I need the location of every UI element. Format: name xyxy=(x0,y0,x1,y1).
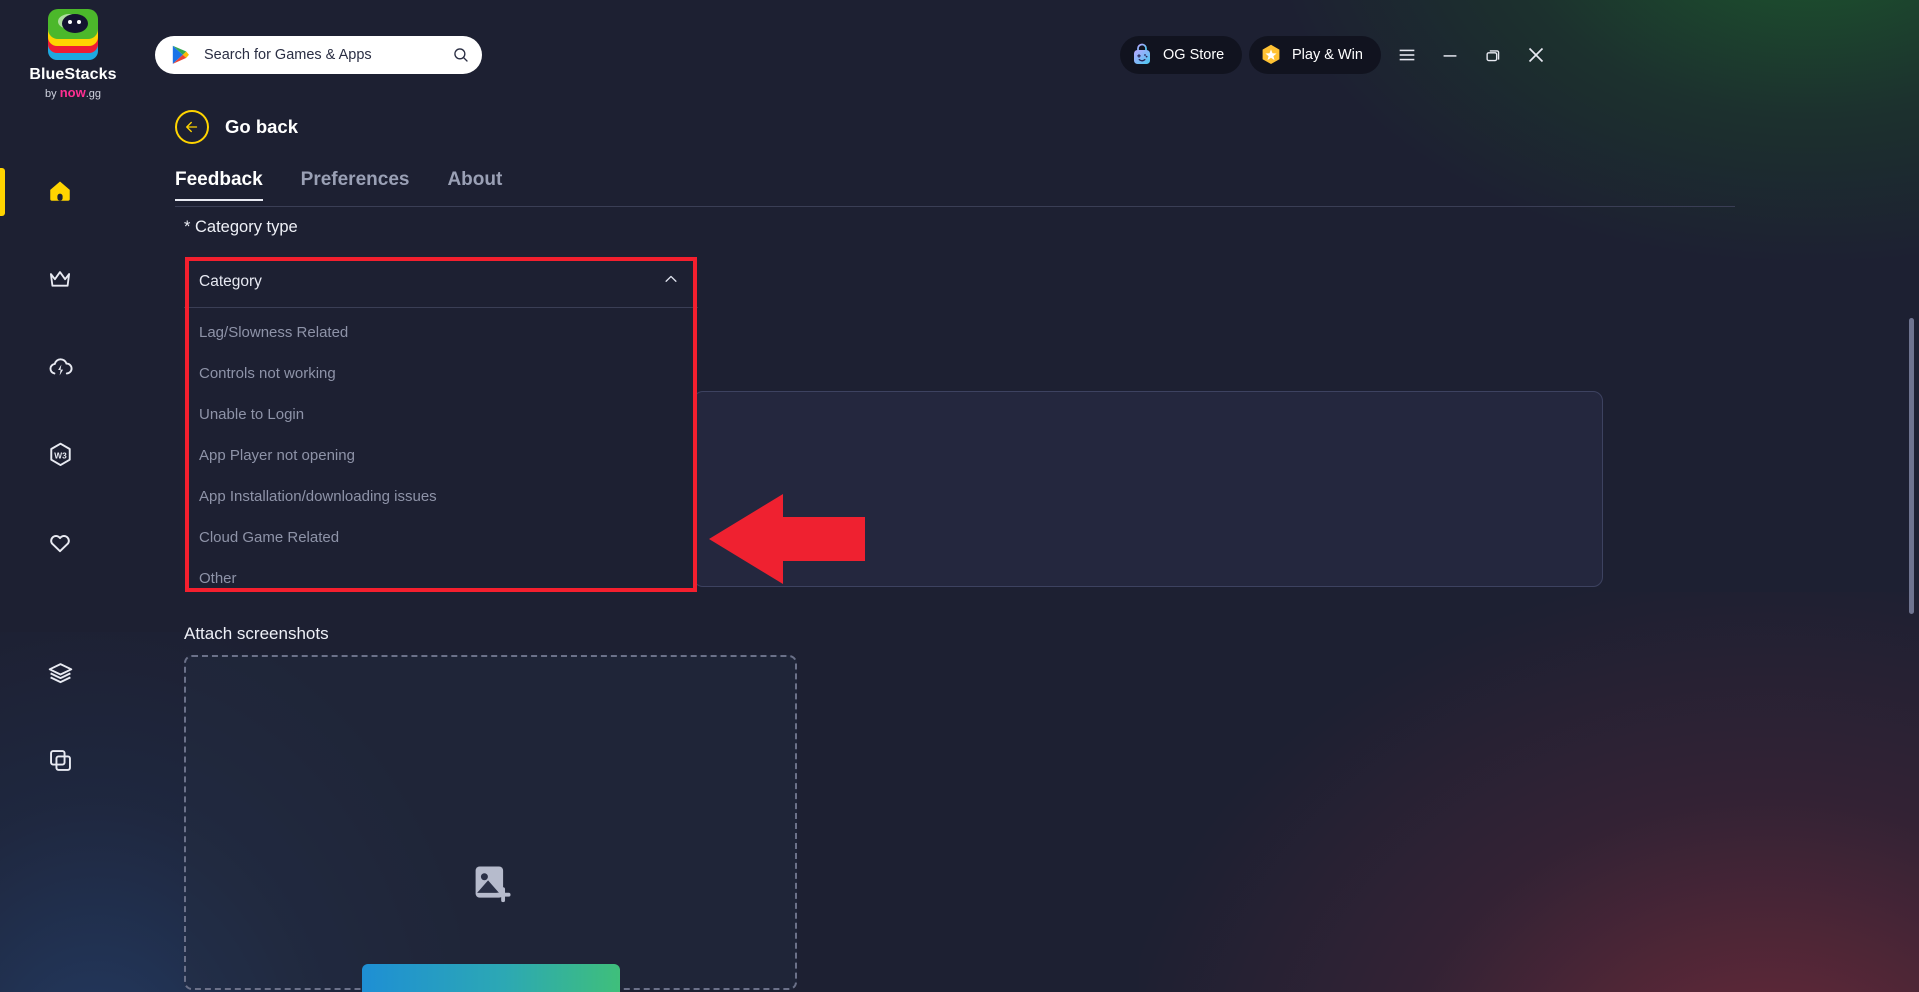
multi-instance-icon xyxy=(47,747,74,779)
dropdown-option-other[interactable]: Other xyxy=(184,558,698,599)
og-store-button[interactable]: OG Store xyxy=(1120,36,1243,74)
minimize-icon[interactable] xyxy=(1435,40,1465,70)
game-bag-icon xyxy=(1130,43,1154,67)
dropdown-option-login[interactable]: Unable to Login xyxy=(184,394,698,435)
sidebar-item-library[interactable] xyxy=(37,654,83,700)
star-hexagon-icon xyxy=(1259,43,1283,67)
sidebar-item-favorites[interactable] xyxy=(37,522,83,568)
scrollbar-thumb[interactable] xyxy=(1909,318,1914,614)
sidebar-item-premium[interactable] xyxy=(37,258,83,304)
cloud-bolt-icon xyxy=(47,353,74,385)
upload-action-button[interactable] xyxy=(361,964,620,992)
svg-text:W3: W3 xyxy=(54,450,67,460)
w3-hexagon-icon: W3 xyxy=(47,441,74,473)
logo-name: BlueStacks xyxy=(29,66,117,83)
category-selected-value: Category xyxy=(199,272,262,290)
sidebar-item-multi-instance[interactable] xyxy=(37,740,83,786)
play-win-button[interactable]: Play & Win xyxy=(1249,36,1381,74)
search-icon[interactable] xyxy=(448,42,474,68)
google-play-icon xyxy=(171,45,190,65)
dropdown-option-cloud-game[interactable]: Cloud Game Related xyxy=(184,517,698,558)
go-back-button[interactable]: Go back xyxy=(175,110,298,144)
hamburger-menu-icon[interactable] xyxy=(1392,40,1422,70)
logo-by-text: by xyxy=(45,88,57,100)
category-dropdown-list: Lag/Slowness Related Controls not workin… xyxy=(184,308,698,609)
category-type-label: * Category type xyxy=(184,218,298,236)
dropdown-option-app-player[interactable]: App Player not opening xyxy=(184,435,698,476)
sidebar-active-indicator xyxy=(0,168,5,216)
go-back-label: Go back xyxy=(225,116,298,137)
search-bar[interactable]: Search for Games & Apps xyxy=(155,36,482,74)
restore-window-icon[interactable] xyxy=(1478,40,1508,70)
left-sidebar: W3 xyxy=(0,110,119,992)
category-dropdown-header[interactable]: Category xyxy=(184,256,698,308)
screenshot-dropzone[interactable] xyxy=(184,655,797,992)
chevron-up-icon[interactable] xyxy=(662,270,680,293)
tab-feedback[interactable]: Feedback xyxy=(175,169,263,201)
home-icon xyxy=(47,178,73,209)
tab-preferences[interactable]: Preferences xyxy=(301,169,410,200)
dropdown-option-controls[interactable]: Controls not working xyxy=(184,353,698,394)
dropdown-option-lag[interactable]: Lag/Slowness Related xyxy=(184,312,698,353)
category-dropdown[interactable]: Category Lag/Slowness Related Controls n… xyxy=(184,256,698,609)
annotation-arrow xyxy=(709,494,865,584)
top-bar: BlueStacks by now.gg Search for Games & … xyxy=(0,0,1919,110)
close-icon[interactable] xyxy=(1521,40,1551,70)
settings-tabs: Feedback Preferences About xyxy=(175,169,1735,207)
dropdown-option-installation[interactable]: App Installation/downloading issues xyxy=(184,476,698,517)
sidebar-item-home[interactable] xyxy=(37,170,83,216)
tab-about[interactable]: About xyxy=(447,169,502,200)
crown-icon xyxy=(47,266,73,297)
sidebar-item-cloud-gaming[interactable] xyxy=(37,346,83,392)
heart-icon xyxy=(47,530,73,561)
logo-nowgg-text: now xyxy=(59,85,86,100)
arrow-left-circle-icon xyxy=(175,110,209,144)
logo-subtitle: by now.gg xyxy=(45,85,101,100)
bluestacks-app-window: BlueStacks by now.gg Search for Games & … xyxy=(0,0,1919,992)
play-win-label: Play & Win xyxy=(1292,47,1363,63)
search-input[interactable]: Search for Games & Apps xyxy=(204,47,448,63)
main-content: Go back Feedback Preferences About * Cat… xyxy=(119,110,1919,992)
sidebar-item-web3[interactable]: W3 xyxy=(37,434,83,480)
layers-stack-icon xyxy=(47,661,74,693)
attach-screenshots-label: Attach screenshots xyxy=(184,624,329,643)
bluestacks-logo[interactable]: BlueStacks by now.gg xyxy=(18,8,128,108)
og-store-label: OG Store xyxy=(1163,47,1225,63)
bluestacks-logo-icon xyxy=(42,8,104,62)
logo-face-icon xyxy=(62,14,88,33)
logo-tld-text: .gg xyxy=(85,88,101,100)
image-plus-icon xyxy=(469,861,513,905)
